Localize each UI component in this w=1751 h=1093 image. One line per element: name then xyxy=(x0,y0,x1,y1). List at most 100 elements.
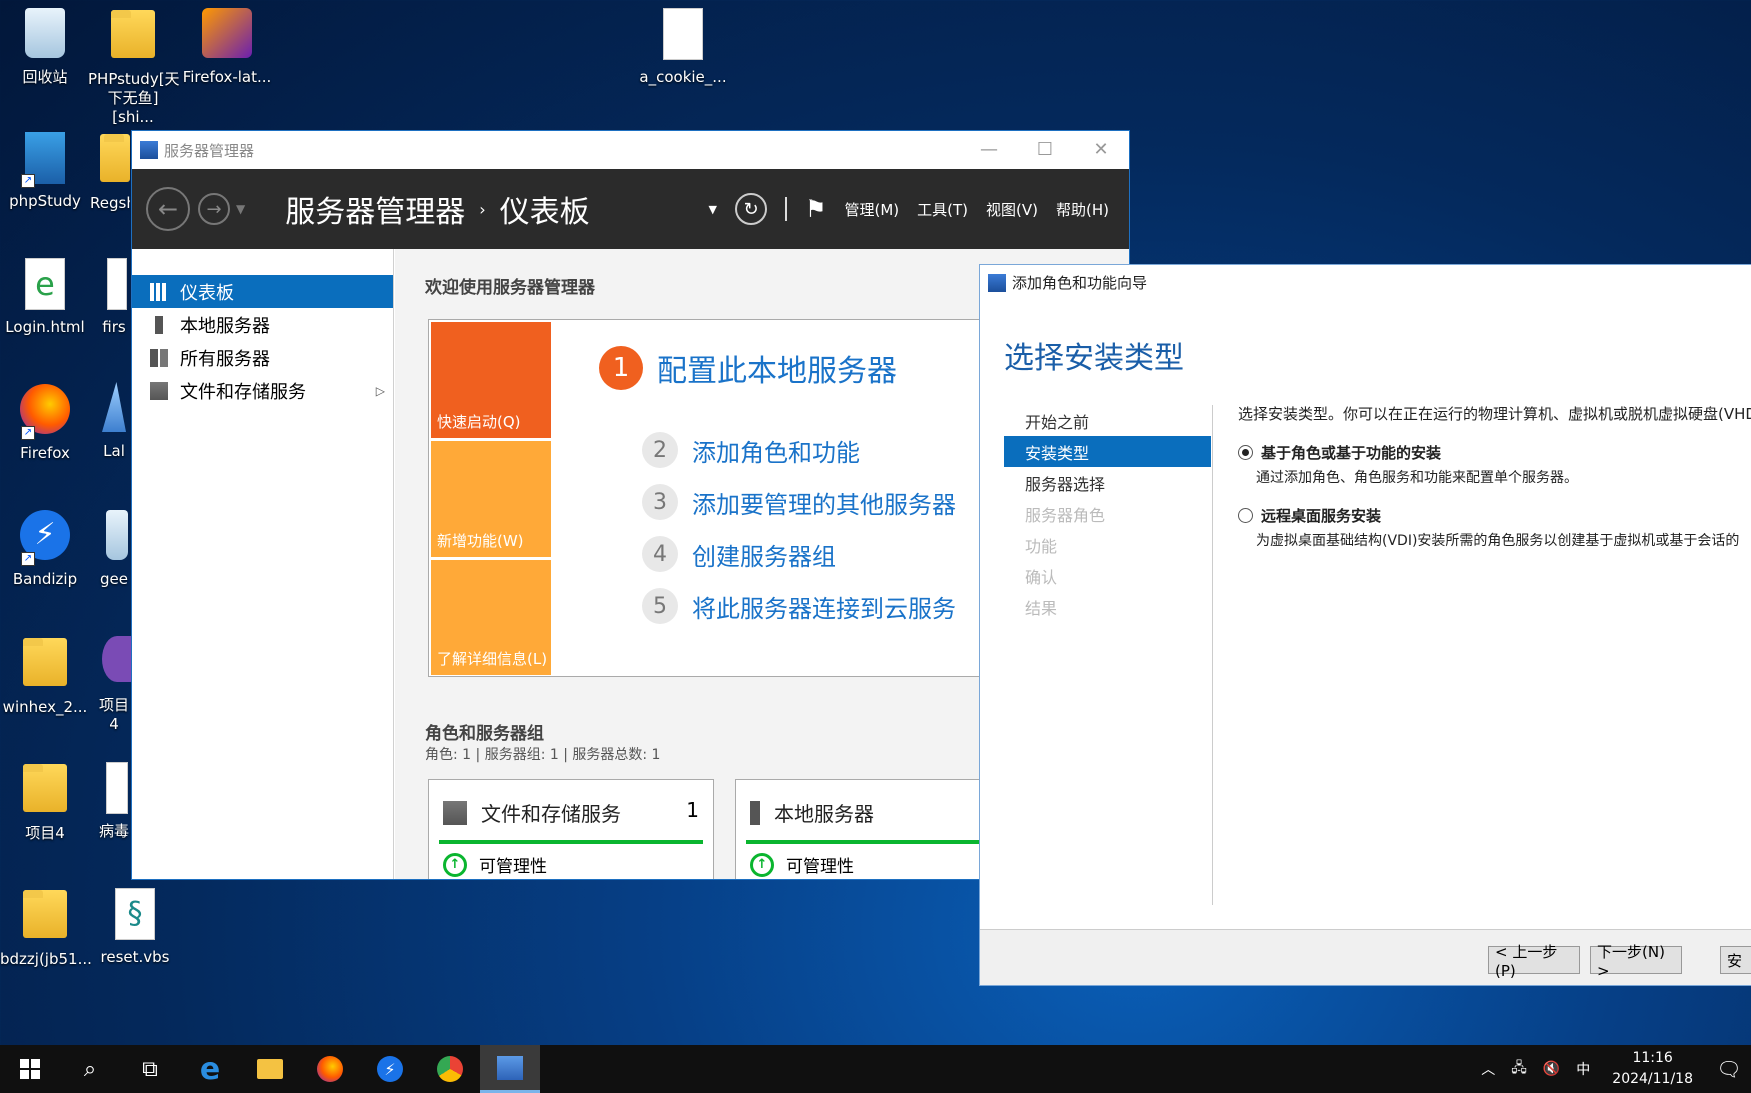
radio-remote-desktop[interactable] xyxy=(1238,508,1253,523)
desktop-icon-firefox-installer[interactable]: Firefox-lat... xyxy=(182,6,272,87)
back-arrow-icon[interactable]: ← xyxy=(146,187,190,231)
close-button[interactable]: ✕ xyxy=(1073,131,1129,167)
menu-view[interactable]: 视图(V) xyxy=(986,199,1038,220)
wizard-step-results: 结果 xyxy=(1025,598,1058,618)
start-button[interactable] xyxy=(0,1045,60,1093)
taskbar-server-manager-icon[interactable] xyxy=(480,1045,540,1093)
menu-help[interactable]: 帮助(H) xyxy=(1056,199,1109,220)
step-configure-local-server[interactable]: 1 配置此本地服务器 xyxy=(599,346,897,390)
sidebar-item-dashboard[interactable]: 仪表板 xyxy=(132,275,393,308)
step-create-group[interactable]: 4 创建服务器组 xyxy=(642,536,836,572)
radio-role-based[interactable] xyxy=(1238,445,1253,460)
server-icon xyxy=(750,800,760,825)
breadcrumb: 服务器管理器 › 仪表板 xyxy=(285,187,589,231)
tile-learn-more[interactable]: 了解详细信息(L) xyxy=(431,560,551,675)
volume-muted-icon[interactable]: 🔇 xyxy=(1535,1061,1568,1077)
desktop-icon-firefox[interactable]: ↗ Firefox xyxy=(0,382,90,463)
sidebar-item-local-server[interactable]: 本地服务器 xyxy=(132,308,393,341)
role-card-file-storage[interactable]: 文件和存储服务 1 ↑ 可管理性 xyxy=(428,779,714,879)
taskbar-bandizip-icon[interactable]: ⚡ xyxy=(360,1045,420,1093)
server-icon xyxy=(155,315,163,334)
desktop-icon-winhex[interactable]: winhex_2... xyxy=(0,634,90,717)
step-add-roles[interactable]: 2 添加角色和功能 xyxy=(642,432,860,468)
desktop-icon-firs[interactable]: firs xyxy=(96,256,132,337)
desktop-icon-a-cookie[interactable]: a_cookie_... xyxy=(638,6,728,87)
wizard-step-before-begin[interactable]: 开始之前 xyxy=(1004,405,1211,436)
menu-manage[interactable]: 管理(M) xyxy=(845,199,900,220)
wizard-heading: 选择安装类型 xyxy=(1004,341,1184,376)
menu-tools[interactable]: 工具(T) xyxy=(917,199,968,220)
server-manager-header: ← → ▼ 服务器管理器 › 仪表板 ▼ ↻ ⚑ 管理(M) 工具(T) 视图(… xyxy=(132,169,1129,249)
servers-icon xyxy=(150,348,168,367)
toolbar-divider xyxy=(785,197,787,221)
recycle-bin-icon xyxy=(25,8,65,58)
taskbar-chrome-icon[interactable] xyxy=(420,1045,480,1093)
desktop-icon-phpstudy[interactable]: ↗ phpStudy xyxy=(0,130,90,211)
previous-button[interactable]: < 上一步(P) xyxy=(1488,943,1580,980)
refresh-icon[interactable]: ↻ xyxy=(735,193,767,225)
script-file-icon: § xyxy=(115,888,155,940)
desktop-icon-bandizip[interactable]: ⚡ ↗ Bandizip xyxy=(0,508,90,589)
status-ok-icon: ↑ xyxy=(750,852,774,877)
clock[interactable]: 11:16 2024/11/18 xyxy=(1598,1048,1707,1090)
desktop-icon-regsh[interactable]: Regsh xyxy=(90,130,130,213)
history-dropdown-icon[interactable]: ▼ xyxy=(236,202,245,216)
desktop-icon-lal[interactable]: Lal xyxy=(96,382,132,461)
wizard-content: 选择安装类型。你可以在正在运行的物理计算机、虚拟机或脱机虚拟硬盘(VHD)上 基… xyxy=(1238,403,1751,550)
desktop-icon-gee[interactable]: gee xyxy=(96,508,132,589)
minimize-button[interactable]: — xyxy=(961,131,1017,167)
folder-icon xyxy=(23,890,67,938)
expand-arrow-icon[interactable]: ▷ xyxy=(376,384,385,398)
desktop-icon-phpstudy-folder[interactable]: PHPstudy[天下无鱼][shi... xyxy=(88,6,180,127)
storage-icon xyxy=(150,381,168,400)
taskbar-firefox-icon[interactable] xyxy=(300,1045,360,1093)
script-file-icon xyxy=(106,762,128,814)
step-add-servers[interactable]: 3 添加要管理的其他服务器 xyxy=(642,484,956,520)
forward-arrow-icon[interactable]: → xyxy=(198,193,230,225)
sidebar-item-file-storage[interactable]: 文件和存储服务 ▷ xyxy=(132,374,393,407)
next-button[interactable]: 下一步(N) > xyxy=(1590,943,1682,980)
maximize-button[interactable]: ☐ xyxy=(1017,131,1073,167)
quick-start-panel: 快速启动(Q) 新增功能(W) 了解详细信息(L) 1 配置此本地服务器 2 添… xyxy=(428,319,1068,677)
shortcut-arrow-icon: ↗ xyxy=(21,552,35,566)
option-role-based[interactable]: 基于角色或基于功能的安装 通过添加角色、角色服务和功能来配置单个服务器。 xyxy=(1238,442,1751,487)
desktop-icon-reset-vbs[interactable]: § reset.vbs xyxy=(90,886,180,967)
desktop-icon-recycle-bin[interactable]: 回收站 xyxy=(0,6,90,87)
network-icon[interactable]: 🖧 xyxy=(1503,1057,1535,1081)
taskbar: ⌕ ⧉ e ⚡ ︿ 🖧 🔇 中 11:16 2024/11/18 🗨 xyxy=(0,1045,1751,1093)
notification-center-icon[interactable]: 🗨 xyxy=(1707,1045,1751,1093)
desktop-icon-bingdu[interactable]: 病毒 xyxy=(96,760,132,841)
server-manager-titlebar[interactable]: 服务器管理器 — ☐ ✕ xyxy=(132,131,1129,169)
step-connect-cloud[interactable]: 5 将此服务器连接到云服务 xyxy=(642,588,956,624)
wizard-step-server-selection[interactable]: 服务器选择 xyxy=(1004,467,1211,498)
install-button[interactable]: 安 xyxy=(1720,946,1751,974)
search-icon[interactable]: ⌕ xyxy=(60,1045,120,1093)
storage-icon xyxy=(443,800,467,825)
folder-icon xyxy=(23,638,67,686)
system-tray: ︿ 🖧 🔇 中 11:16 2024/11/18 🗨 xyxy=(1473,1045,1751,1093)
ime-indicator[interactable]: 中 xyxy=(1568,1059,1598,1079)
notification-flag-icon[interactable]: ⚑ xyxy=(805,195,827,223)
wizard-step-install-type[interactable]: 安装类型 xyxy=(1004,436,1211,467)
tile-whats-new[interactable]: 新增功能(W) xyxy=(431,441,551,557)
breadcrumb-root[interactable]: 服务器管理器 xyxy=(285,187,465,231)
desktop-icon-xiangmu4[interactable]: 项目4 xyxy=(0,760,90,843)
tray-overflow-icon[interactable]: ︿ xyxy=(1473,1059,1503,1079)
desktop-icon-login-html[interactable]: e Login.html xyxy=(0,256,90,337)
wizard-titlebar[interactable]: 添加角色和功能向导 xyxy=(980,265,1751,301)
taskbar-ie-icon[interactable]: e xyxy=(180,1045,240,1093)
desktop-icon-xiangmu4-app[interactable]: 项目4 xyxy=(96,634,132,734)
task-view-icon[interactable]: ⧉ xyxy=(120,1045,180,1093)
app-icon xyxy=(102,382,126,432)
breadcrumb-dropdown-icon[interactable]: ▼ xyxy=(709,203,717,216)
option-remote-desktop[interactable]: 远程桌面服务安装 为虚拟桌面基础结构(VDI)安装所需的角色服务以创建基于虚拟机… xyxy=(1238,505,1751,550)
clock-date: 2024/11/18 xyxy=(1612,1071,1693,1087)
clock-time: 11:16 xyxy=(1632,1050,1673,1066)
folder-icon xyxy=(100,134,130,182)
add-roles-wizard-window: 添加角色和功能向导 选择安装类型 开始之前 安装类型 服务器选择 服务器角色 功… xyxy=(979,264,1751,986)
desktop-icon-bdzzj[interactable]: bdzzj(jb51... xyxy=(0,886,92,969)
sidebar-item-all-servers[interactable]: 所有服务器 xyxy=(132,341,393,374)
wizard-step-server-roles: 服务器角色 xyxy=(1025,505,1106,525)
taskbar-explorer-icon[interactable] xyxy=(240,1045,300,1093)
tile-quick-start[interactable]: 快速启动(Q) xyxy=(431,322,551,438)
